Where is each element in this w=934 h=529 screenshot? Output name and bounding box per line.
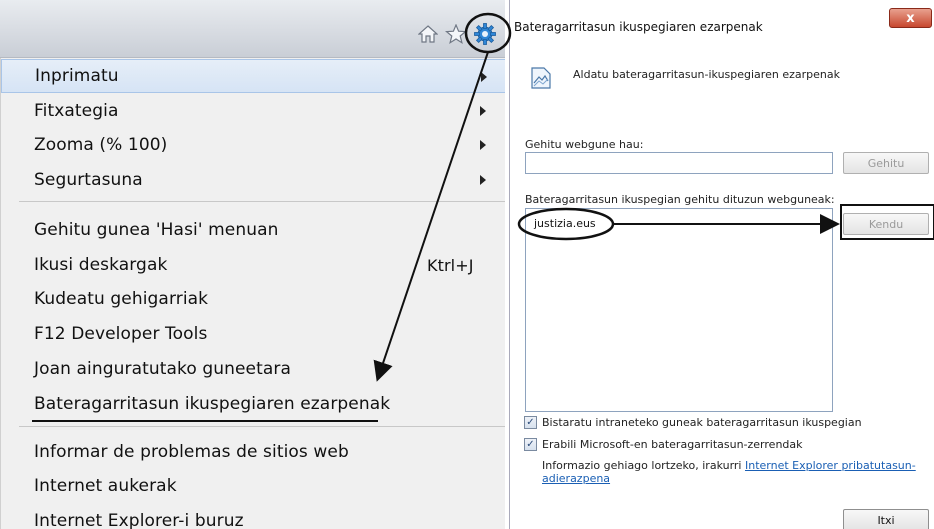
menu-item-label: Fitxategia	[34, 101, 119, 121]
add-button[interactable]: Gehitu	[843, 152, 929, 174]
submenu-arrow-icon	[480, 175, 486, 185]
menu-item-internet-aukerak[interactable]: Internet aukerak	[1, 469, 505, 503]
menu-item-label: Gehitu gunea 'Hasi' menuan	[34, 220, 279, 240]
submenu-arrow-icon	[480, 106, 486, 116]
annotation-underline	[32, 420, 378, 422]
submenu-arrow-icon	[480, 140, 486, 150]
close-icon[interactable]: x	[889, 8, 932, 28]
menu-item-informar-problemas[interactable]: Informar de problemas de sitios web	[1, 435, 505, 469]
menu-item-label: Inprimatu	[35, 66, 119, 86]
dialog-titlebar: Bateragarritasun ikuspegiaren ezarpenak …	[510, 0, 934, 38]
menu-separator	[19, 426, 505, 427]
submenu-arrow-icon	[481, 72, 487, 82]
lists-checkbox[interactable]: ✓	[524, 438, 537, 451]
menu-item-zooma[interactable]: Zooma (% 100)	[1, 128, 505, 162]
info-text: Informazio gehiago lortzeko, irakurri In…	[542, 459, 932, 485]
menu-item-label: Ikusi deskargak	[34, 255, 168, 275]
menu-item-label: Segurtasuna	[34, 170, 143, 190]
dialog-header-text: Aldatu bateragarritasun-ikuspegiaren eza…	[573, 68, 840, 81]
menu-item-bateragarritasun-ezarpenak[interactable]: Bateragarritasun ikuspegiaren ezarpenak	[1, 387, 505, 421]
dialog-body: Aldatu bateragarritasun-ikuspegiaren eza…	[510, 38, 934, 529]
compatibility-doc-icon	[531, 67, 551, 89]
menu-item-label: Zooma (% 100)	[34, 135, 168, 155]
menu-item-label: Internet Explorer-i buruz	[34, 511, 244, 529]
close-glyph: x	[906, 10, 915, 26]
compatibility-view-dialog: Bateragarritasun ikuspegiaren ezarpenak …	[509, 0, 934, 529]
lists-checkbox-row[interactable]: ✓ Erabili Microsoft-en bateragarritasun-…	[524, 438, 803, 451]
menu-item-fitxategia[interactable]: Fitxategia	[1, 94, 505, 128]
close-dialog-button[interactable]: Itxi	[843, 509, 929, 529]
menu-item-shortcut: Ktrl+J	[427, 255, 474, 275]
menu-item-developer-tools[interactable]: F12 Developer Tools	[1, 317, 505, 351]
ie-toolbar	[0, 0, 505, 58]
menu-item-label: Informar de problemas de sitios web	[34, 442, 349, 462]
lists-checkbox-label: Erabili Microsoft-en bateragarritasun-ze…	[542, 438, 803, 451]
menu-item-label: Joan ainguratutako guneetara	[34, 359, 292, 379]
website-list[interactable]: justizia.eus	[525, 208, 833, 412]
menu-item-label: Kudeatu gehigarriak	[34, 289, 209, 309]
menu-item-inprimatu[interactable]: Inprimatu	[1, 59, 505, 93]
add-website-input[interactable]	[525, 152, 833, 174]
menu-item-gehitu-gunea[interactable]: Gehitu gunea 'Hasi' menuan	[1, 213, 505, 247]
dialog-title: Bateragarritasun ikuspegiaren ezarpenak	[514, 20, 763, 34]
menu-separator	[19, 201, 505, 202]
intranet-checkbox[interactable]: ✓	[524, 416, 537, 429]
gear-icon[interactable]	[472, 22, 498, 46]
list-item[interactable]: justizia.eus	[534, 217, 596, 230]
intranet-checkbox-row[interactable]: ✓ Bistaratu intraneteko guneak bateragar…	[524, 416, 862, 429]
add-website-label: Gehitu webgune hau:	[525, 138, 644, 151]
info-text-prefix: Informazio gehiago lortzeko, irakurri	[542, 459, 742, 472]
home-icon[interactable]	[415, 22, 441, 46]
menu-item-segurtasuna[interactable]: Segurtasuna	[1, 163, 505, 197]
annotation-box	[840, 204, 934, 240]
star-icon[interactable]	[443, 22, 469, 46]
intranet-checkbox-label: Bistaratu intraneteko guneak bateragarri…	[542, 416, 862, 429]
menu-item-ikusi-deskargak[interactable]: Ikusi deskargak Ktrl+J	[1, 248, 505, 282]
menu-item-label: Internet aukerak	[34, 476, 177, 496]
tools-menu: Inprimatu Fitxategia Zooma (% 100) Segur…	[0, 58, 505, 529]
menu-item-ie-buruz[interactable]: Internet Explorer-i buruz	[1, 504, 505, 529]
menu-item-ainguratutako-guneak[interactable]: Joan ainguratutako guneetara	[1, 352, 505, 386]
menu-item-label: F12 Developer Tools	[34, 324, 208, 344]
ie-window-left: Inprimatu Fitxategia Zooma (% 100) Segur…	[0, 0, 505, 529]
website-list-label: Bateragarritasun ikuspegian gehitu dituz…	[525, 193, 835, 206]
menu-item-label: Bateragarritasun ikuspegiaren ezarpenak	[34, 394, 391, 414]
menu-item-kudeatu-gehigarriak[interactable]: Kudeatu gehigarriak	[1, 282, 505, 316]
